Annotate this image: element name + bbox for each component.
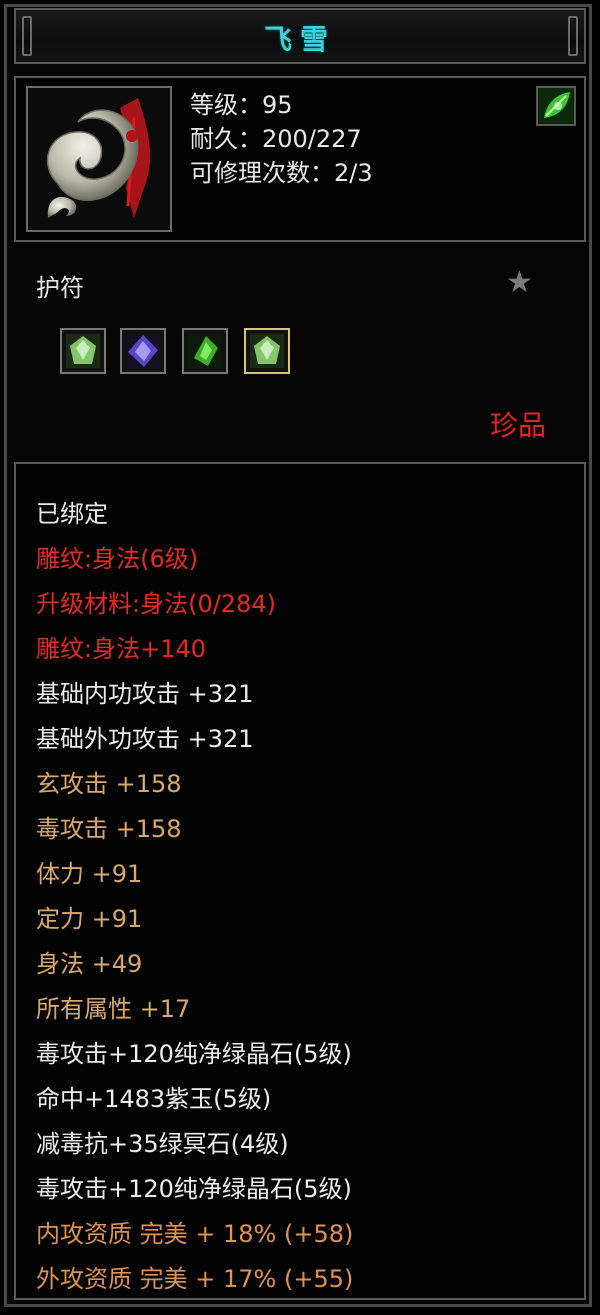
purple-jade-gem-icon xyxy=(126,334,160,368)
property-line: 雕纹:身法(6级) xyxy=(36,545,199,573)
item-info-panel: 等级：95 耐久：200/227 可修理次数：2/3 xyxy=(14,76,586,242)
gem-slot-1[interactable] xyxy=(60,328,106,374)
property-line: 升级材料:身法(0/284) xyxy=(36,590,276,618)
gem-slot-4[interactable] xyxy=(244,328,290,374)
property-line: 减毒抗+35绿冥石(4级) xyxy=(36,1130,289,1158)
item-category: 护符 xyxy=(36,274,84,302)
jade-amulet-icon xyxy=(26,86,172,232)
item-name: 飞雪 xyxy=(263,23,336,56)
green-crystal-gem-icon xyxy=(250,334,284,368)
green-crystal-gem-icon xyxy=(66,334,100,368)
property-line: 基础内功攻击 +321 xyxy=(36,680,254,708)
property-line: 身法 +49 xyxy=(36,950,143,978)
rarity-label: 珍品 xyxy=(490,409,547,442)
gem-slot-3[interactable] xyxy=(182,328,228,374)
title-bar-ornament-right xyxy=(568,16,578,56)
green-dark-crystal-gem-icon xyxy=(188,334,222,368)
property-line: 外攻资质 完美 + 17% (+55) xyxy=(36,1265,354,1293)
property-line: 定力 +91 xyxy=(36,905,143,933)
item-durability: 耐久：200/227 xyxy=(190,125,362,153)
property-list: 已绑定 雕纹:身法(6级) 升级材料:身法(0/284) 雕纹:身法+140 基… xyxy=(36,492,353,1302)
item-repair-count: 可修理次数：2/3 xyxy=(190,159,373,187)
property-line: 基础外功攻击 +321 xyxy=(36,725,254,753)
property-line: 所有属性 +17 xyxy=(36,995,191,1023)
property-line: 雕纹:身法+140 xyxy=(36,635,207,663)
star-icon[interactable]: ★ xyxy=(506,266,533,300)
property-line: 命中+1483紫玉(5级) xyxy=(36,1085,272,1113)
item-level: 等级：95 xyxy=(190,91,293,119)
gem-slot-2[interactable] xyxy=(120,328,166,374)
item-properties-panel: 已绑定 雕纹:身法(6级) 升级材料:身法(0/284) 雕纹:身法+140 基… xyxy=(14,462,586,1300)
title-bar: 飞雪 xyxy=(14,8,586,64)
property-line: 内攻资质 完美 + 18% (+58) xyxy=(36,1220,354,1248)
property-line: 毒攻击+120纯净绿晶石(5级) xyxy=(36,1040,352,1068)
green-leaf-icon xyxy=(536,86,576,126)
property-line: 已绑定 xyxy=(36,500,108,528)
property-line: 体力 +91 xyxy=(36,860,143,888)
item-stats: 等级：95 耐久：200/227 可修理次数：2/3 xyxy=(190,88,373,190)
property-line: 玄攻击 +158 xyxy=(36,770,182,798)
property-line: 毒攻击 +158 xyxy=(36,815,182,843)
property-line: 毒攻击+120纯净绿晶石(5级) xyxy=(36,1175,352,1203)
